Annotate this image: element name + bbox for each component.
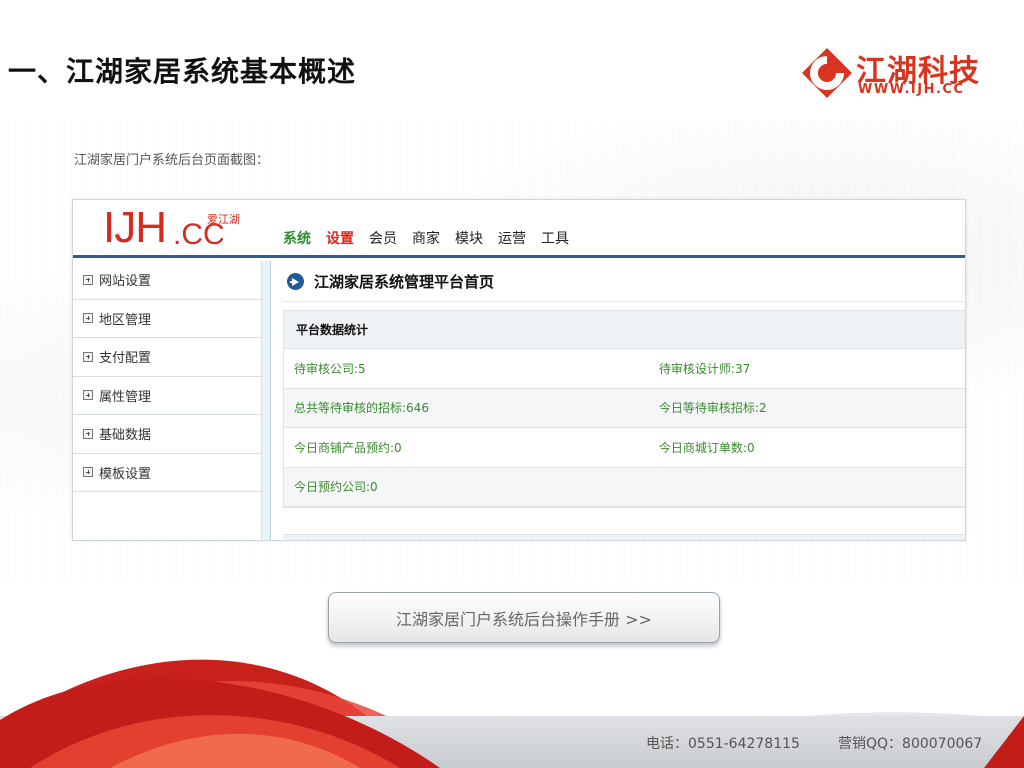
table-row: 今日预约公司:0 [284, 467, 965, 507]
ijh-logo[interactable]: IJH .CC 爱江湖 [103, 203, 273, 254]
content-title-text: 江湖家居系统管理平台首页 [314, 273, 495, 291]
sidebar-item-label: 网站设置 [99, 274, 152, 290]
stats-table-header: 平台数据统计 [284, 311, 965, 349]
stat-today-pending-bids[interactable]: 今日等待审核招标:2 [649, 399, 965, 416]
admin-screenshot: IJH .CC 爱江湖 系统 设置 会员 商家 模块 运营 工具 网站设置 地区… [72, 199, 966, 541]
nav-item-merchants[interactable]: 商家 [412, 230, 440, 248]
stat-today-mall-orders[interactable]: 今日商城订单数:0 [649, 439, 965, 456]
expand-icon [83, 351, 93, 362]
stats-table-title: 平台数据统计 [296, 323, 369, 337]
stat-pending-companies[interactable]: 待审核公司:5 [284, 360, 649, 377]
table-row: 总共等待审核的招标:646 今日等待审核招标:2 [284, 388, 965, 428]
expand-icon [83, 428, 93, 439]
content-footer [283, 534, 965, 540]
brand-logo: 江湖科技 WWW.IJH.CC [800, 44, 990, 104]
table-row: 今日商铺产品预约:0 今日商城订单数:0 [284, 428, 965, 468]
divider [283, 301, 965, 302]
stats-table: 平台数据统计 待审核公司:5 待审核设计师:37 总共等待审核的招标:646 今… [283, 310, 965, 508]
brand-url: WWW.IJH.CC [858, 82, 965, 97]
caption: 江湖家居门户系统后台页面截图： [74, 153, 270, 168]
contact-qq: 营销QQ：800070067 [838, 736, 983, 752]
sidebar-item-site-settings[interactable]: 网站设置 [73, 261, 262, 300]
sidebar-item-label: 模板设置 [99, 466, 152, 482]
stat-total-pending-bids[interactable]: 总共等待审核的招标:646 [284, 399, 649, 416]
sidebar-item-base-data[interactable]: 基础数据 [73, 415, 262, 454]
stat-today-company-reservations[interactable]: 今日预约公司:0 [284, 478, 649, 495]
top-nav: 系统 设置 会员 商家 模块 运营 工具 [283, 230, 584, 248]
sidebar-item-attributes[interactable]: 属性管理 [73, 377, 262, 415]
sidebar-item-payment[interactable]: 支付配置 [73, 338, 262, 377]
brand-logo-icon [802, 48, 852, 98]
sidebar-item-label: 属性管理 [99, 389, 152, 405]
expand-icon [83, 467, 93, 478]
slide-title: 一、江湖家居系统基本概述 [8, 55, 357, 88]
table-row: 待审核公司:5 待审核设计师:37 [284, 349, 965, 389]
nav-item-operations[interactable]: 运营 [498, 230, 526, 248]
sidebar-item-region[interactable]: 地区管理 [73, 300, 262, 338]
stat-today-product-reservations[interactable]: 今日商铺产品预约:0 [284, 439, 649, 456]
ijh-logo-main: IJH [103, 203, 167, 252]
expand-icon [83, 313, 93, 324]
expand-icon [83, 390, 93, 401]
expand-icon [83, 274, 93, 285]
sidebar-divider[interactable] [261, 261, 270, 540]
nav-item-members[interactable]: 会员 [369, 230, 397, 248]
nav-item-modules[interactable]: 模块 [455, 230, 483, 248]
ijh-logo-small: 爱江湖 [207, 213, 240, 226]
admin-content: 江湖家居系统管理平台首页 平台数据统计 待审核公司:5 待审核设计师:37 总共… [273, 261, 965, 540]
contact-phone: 电话：0551-64278115 [646, 736, 800, 752]
admin-header: IJH .CC 爱江湖 系统 设置 会员 商家 模块 运营 工具 [73, 200, 965, 258]
sidebar-item-label: 基础数据 [99, 428, 152, 444]
nav-item-tools[interactable]: 工具 [541, 230, 569, 248]
nav-item-system[interactable]: 系统 [283, 230, 311, 248]
sidebar-item-templates[interactable]: 模板设置 [73, 454, 262, 492]
stat-pending-designers[interactable]: 待审核设计师:37 [649, 360, 965, 377]
admin-sidebar: 网站设置 地区管理 支付配置 属性管理 基础数据 模板设置 [73, 261, 271, 540]
decorative-swoosh-front [0, 678, 440, 768]
nav-item-settings[interactable]: 设置 [326, 230, 354, 248]
arrow-right-icon [287, 273, 304, 290]
decorative-corner [984, 716, 1024, 768]
content-title: 江湖家居系统管理平台首页 [287, 271, 494, 292]
sidebar-item-label: 地区管理 [99, 312, 152, 328]
sidebar-item-label: 支付配置 [99, 351, 152, 367]
